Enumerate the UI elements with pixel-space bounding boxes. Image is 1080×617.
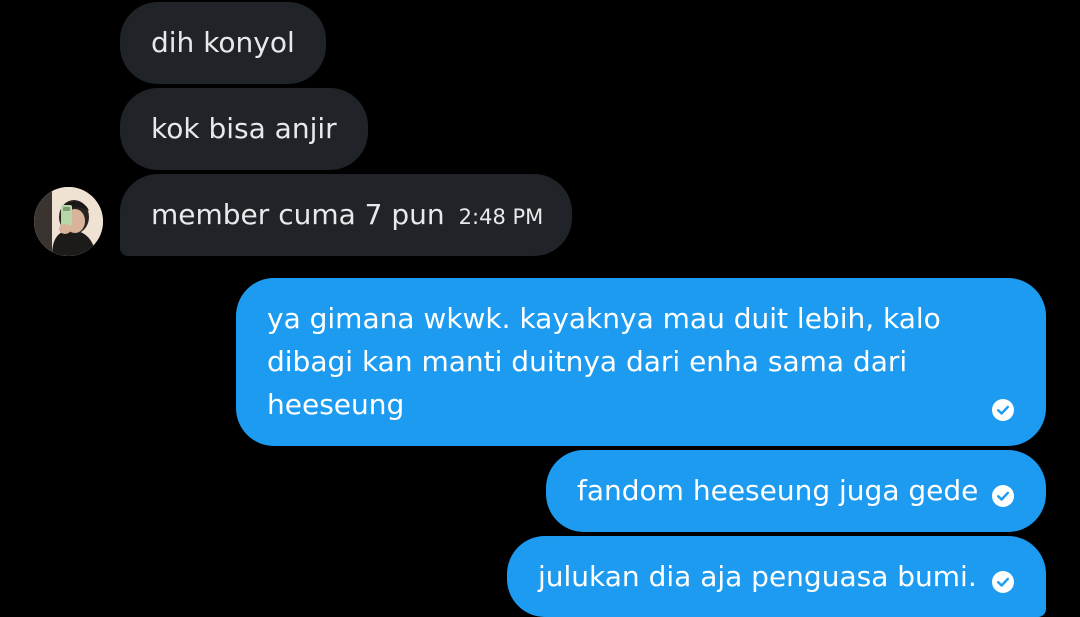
avatar-photo-icon xyxy=(34,187,103,256)
outgoing-message-bubble[interactable]: fandom heeseung juga gede xyxy=(546,450,1046,532)
message-text: dih konyol xyxy=(151,26,295,59)
message-text: kok bisa anjir xyxy=(151,112,337,145)
check-circle-icon xyxy=(992,399,1014,421)
incoming-message-bubble[interactable]: kok bisa anjir xyxy=(120,88,368,170)
message-text: member cuma 7 pun xyxy=(151,198,445,231)
check-circle-icon xyxy=(992,571,1014,593)
check-circle-icon xyxy=(992,485,1014,507)
outgoing-message-bubble[interactable]: julukan dia aja penguasa bumi. xyxy=(507,536,1046,617)
message-timestamp: 2:48 PM xyxy=(458,205,544,229)
message-text: julukan dia aja penguasa bumi. xyxy=(538,560,977,593)
message-text: ya gimana wkwk. kayaknya mau duit lebih,… xyxy=(267,302,941,421)
outgoing-message-bubble[interactable]: ya gimana wkwk. kayaknya mau duit lebih,… xyxy=(236,278,1046,446)
incoming-message-bubble[interactable]: dih konyol xyxy=(120,2,326,84)
message-text: fandom heeseung juga gede xyxy=(577,474,979,507)
incoming-message-bubble[interactable]: member cuma 7 pun 2:48 PM xyxy=(120,174,572,256)
sender-avatar[interactable] xyxy=(34,187,103,256)
